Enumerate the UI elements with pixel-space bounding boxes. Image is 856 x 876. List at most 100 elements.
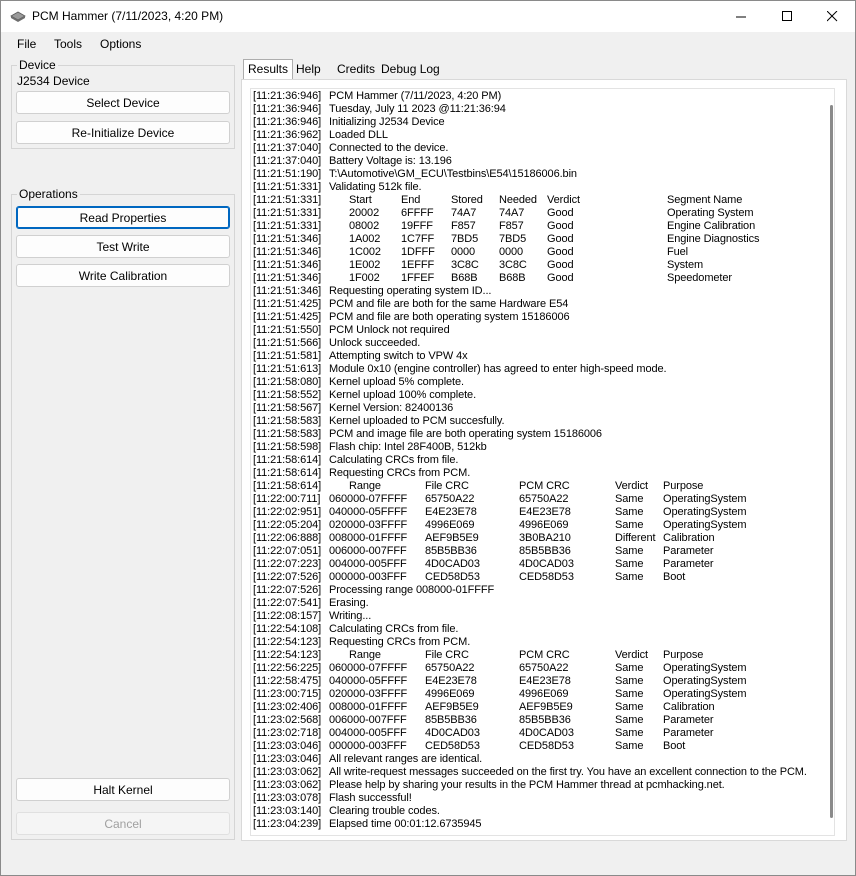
title-bar[interactable]: PCM Hammer (7/11/2023, 4:20 PM) <box>1 1 855 32</box>
log-line: [11:21:51:346] 1F002 1FFEF B68B B68B Good Spee… <box>253 272 807 285</box>
log-crc-cell: OperatingSystem <box>663 506 747 518</box>
maximize-button[interactable] <box>764 1 810 32</box>
log-crc-cell: 85B5BB36 <box>425 714 477 726</box>
log-timestamp: [11:23:03:140] <box>253 805 322 817</box>
log-crc-cell: Boot <box>663 740 686 752</box>
log-segment-cell: 7BD5 <box>451 233 479 245</box>
log-timestamp: [11:21:51:346] <box>253 285 322 297</box>
log-segment-cell: 20002 <box>349 207 380 219</box>
log-crc-cell: OperatingSystem <box>663 662 747 674</box>
log-line: [11:22:58:475] 040000-05FFFF E4E23E78 E4E23… <box>253 675 807 688</box>
log-segment-cell: Good <box>547 233 574 245</box>
log-line: [11:22:54:123] Requesting CRCs from PCM. <box>253 636 807 649</box>
log-timestamp: [11:23:03:046] <box>253 740 322 752</box>
tab-help[interactable]: Help <box>292 60 325 79</box>
read-properties-label: Read Properties <box>79 210 167 225</box>
tab-credits[interactable]: Credits <box>333 60 379 79</box>
log-message: All relevant ranges are identical. <box>329 753 483 765</box>
log-line: [11:23:03:078] Flash successful! <box>253 792 807 805</box>
test-write-button[interactable]: Test Write <box>16 235 230 258</box>
log-message: PCM Unlock not required <box>329 324 450 336</box>
log-line: [11:21:58:614] Calculating CRCs from file… <box>253 454 807 467</box>
log-crc-cell: OperatingSystem <box>663 519 747 531</box>
log-timestamp: [11:23:03:062] <box>253 766 322 778</box>
log-timestamp: [11:21:51:346] <box>253 233 322 245</box>
log-crc-cell: File CRC <box>425 480 469 492</box>
menu-options[interactable]: Options <box>100 37 141 51</box>
log-timestamp: [11:21:58:614] <box>253 467 322 479</box>
menu-tools[interactable]: Tools <box>54 37 82 51</box>
log-timestamp: [11:21:51:613] <box>253 363 322 375</box>
log-segment-cell: End <box>401 194 421 206</box>
halt-kernel-button[interactable]: Halt Kernel <box>16 778 230 801</box>
log-message: Kernel upload 100% complete. <box>329 389 477 401</box>
log-crc-cell: 004000-005FFF <box>329 727 407 739</box>
select-device-button[interactable]: Select Device <box>16 91 230 114</box>
write-calibration-button[interactable]: Write Calibration <box>16 264 230 287</box>
log-segment-cell: 1FFEF <box>401 272 435 284</box>
log-segment-cell: 19FFF <box>401 220 433 232</box>
menu-file[interactable]: File <box>17 37 36 51</box>
log-line: [11:21:58:614] Range File CRC PCM CRC Verdic… <box>253 480 807 493</box>
results-log[interactable]: [11:21:36:946] PCM Hammer (7/11/2023, 4:2… <box>250 88 835 836</box>
log-crc-cell: E4E23E78 <box>425 506 477 518</box>
log-crc-cell: 000000-003FFF <box>329 740 407 752</box>
halt-kernel-label: Halt Kernel <box>93 782 153 797</box>
log-line: [11:21:36:962] Loaded DLL <box>253 129 807 142</box>
log-segment-cell: Good <box>547 246 574 258</box>
log-message: PCM Hammer (7/11/2023, 4:20 PM) <box>329 90 502 102</box>
log-crc-cell: 060000-07FFFF <box>329 493 408 505</box>
log-crc-cell: E4E23E78 <box>519 506 571 518</box>
log-crc-cell: File CRC <box>425 649 469 661</box>
log-segment-cell: Operating System <box>667 207 754 219</box>
log-crc-cell: Same <box>615 675 644 687</box>
device-group-label: Device <box>17 58 58 72</box>
log-line: [11:21:58:567] Kernel Version: 82400136 <box>253 402 807 415</box>
read-properties-button[interactable]: Read Properties <box>16 206 230 229</box>
log-crc-cell: AEF9B5E9 <box>425 532 479 544</box>
menu-bar: File Tools Options <box>1 32 855 56</box>
test-write-label: Test Write <box>96 239 150 254</box>
log-crc-cell: 000000-003FFF <box>329 571 407 583</box>
log-segment-cell: B68B <box>451 272 478 284</box>
results-panel: [11:21:36:946] PCM Hammer (7/11/2023, 4:2… <box>241 79 847 841</box>
tab-credits-label: Credits <box>337 62 376 76</box>
log-message: Requesting CRCs from PCM. <box>329 467 471 479</box>
log-timestamp: [11:22:56:225] <box>253 662 322 674</box>
log-line: [11:22:05:204] 020000-03FFFF 4996E069 4996E… <box>253 519 807 532</box>
log-crc-cell: 040000-05FFFF <box>329 675 408 687</box>
tab-debug-log[interactable]: Debug Log <box>377 60 444 79</box>
close-button[interactable] <box>809 1 855 32</box>
log-timestamp: [11:22:54:123] <box>253 636 322 648</box>
log-timestamp: [11:22:54:108] <box>253 623 322 635</box>
log-crc-cell: 4996E069 <box>519 519 569 531</box>
log-segment-cell: 7BD5 <box>499 233 527 245</box>
log-crc-cell: Purpose <box>663 480 704 492</box>
log-timestamp: [11:21:58:552] <box>253 389 322 401</box>
log-segment-cell: 3C8C <box>499 259 527 271</box>
log-segment-cell: 74A7 <box>451 207 477 219</box>
log-line: [11:21:58:583] Kernel uploaded to PCM suc… <box>253 415 807 428</box>
log-line: [11:22:54:108] Calculating CRCs from file… <box>253 623 807 636</box>
log-timestamp: [11:21:51:566] <box>253 337 322 349</box>
tab-results[interactable]: Results <box>243 59 294 79</box>
log-segment-cell: 0000 <box>499 246 524 258</box>
log-crc-cell: Range <box>349 649 381 661</box>
log-message: Flash chip: Intel 28F400B, 512kb <box>329 441 487 453</box>
log-segment-cell: 1E002 <box>349 259 381 271</box>
log-timestamp: [11:21:58:583] <box>253 428 322 440</box>
log-line: [11:23:02:406] 008000-01FFFF AEF9B5E9 AEF9B… <box>253 701 807 714</box>
log-scrollbar[interactable] <box>830 105 833 818</box>
log-line: [11:22:02:951] 040000-05FFFF E4E23E78 E4E23… <box>253 506 807 519</box>
log-timestamp: [11:23:03:046] <box>253 753 322 765</box>
log-line: [11:21:51:331] 20002 6FFFF 74A7 74A7 Good Oper… <box>253 207 807 220</box>
log-line: [11:23:02:568] 006000-007FFF 85B5BB36 85B5B… <box>253 714 807 727</box>
log-crc-cell: 65750A22 <box>519 493 569 505</box>
log-segment-cell: Good <box>547 207 574 219</box>
log-crc-cell: 4D0CAD03 <box>425 727 480 739</box>
log-line: [11:21:37:040] Connected to the device. <box>253 142 807 155</box>
reinitialize-device-button[interactable]: Re-Initialize Device <box>16 121 230 144</box>
log-timestamp: [11:22:07:051] <box>253 545 322 557</box>
minimize-button[interactable] <box>718 1 764 32</box>
log-line: [11:22:07:526] Processing range 008000-01… <box>253 584 807 597</box>
